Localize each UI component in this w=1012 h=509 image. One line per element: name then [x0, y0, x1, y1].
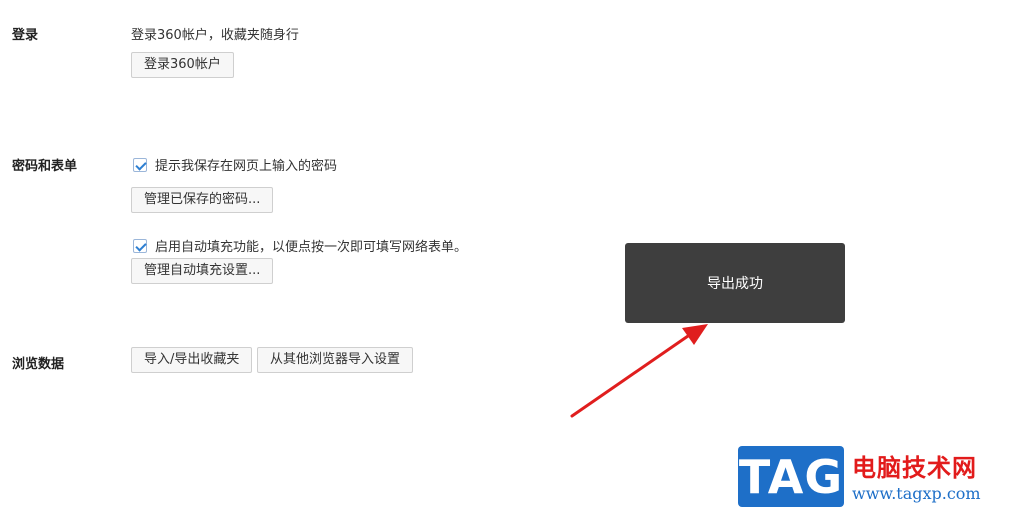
annotation-arrow — [570, 324, 708, 418]
watermark-logo: TAG — [738, 446, 844, 507]
watermark-site-name: 电脑技术网 — [852, 453, 977, 482]
annotation-arrow-shaft — [570, 334, 690, 418]
site-watermark: TAG 电脑技术网 www.tagxp.com — [736, 444, 1012, 509]
annotation-arrow-head — [682, 324, 708, 345]
watermark-url: www.tagxp.com — [852, 484, 981, 503]
